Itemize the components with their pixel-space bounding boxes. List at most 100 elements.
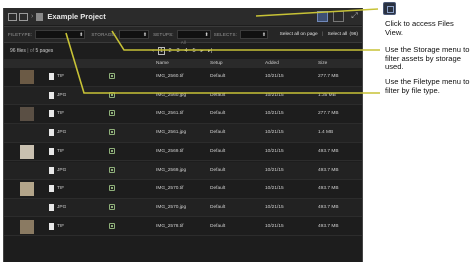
title-bar: › Example Project ⤢ — [4, 8, 362, 25]
prev-page-button[interactable]: ‹ — [150, 48, 156, 54]
page-5-button[interactable]: 5 — [191, 48, 197, 54]
file-size: 1.35 MB — [318, 92, 336, 98]
last-page-button[interactable]: ▸| — [207, 48, 213, 54]
list-view-icon[interactable] — [19, 12, 28, 21]
file-icon — [49, 110, 54, 118]
file-added: 10/21/15 — [265, 111, 284, 117]
table-row[interactable]: TIF IMG_2560.tif Default 10/21/15 277.7 MB — [4, 68, 362, 87]
file-extension: JPG — [57, 130, 67, 136]
grid-view-icon[interactable] — [8, 12, 17, 21]
download-icon[interactable] — [109, 147, 115, 154]
file-size: 493.7 MB — [318, 223, 339, 229]
table-row[interactable]: JPG IMG_2560.jpg Default 10/21/15 1.35 MB — [4, 86, 362, 106]
file-setup: Default — [210, 111, 226, 117]
file-name: IMG_2560.jpg — [156, 92, 187, 98]
column-size[interactable]: Size — [318, 61, 327, 66]
files-view-callout: Click to access Files View. — [385, 19, 454, 37]
download-icon[interactable] — [109, 166, 115, 173]
select-all-count: (96) — [349, 32, 358, 37]
page-2-button[interactable]: 2 — [167, 48, 173, 54]
select-all-on-page-link[interactable]: Select all on page — [280, 32, 318, 37]
chevron-down-icon: ⬍ — [204, 32, 209, 38]
page-4-button[interactable]: 4 — [183, 48, 189, 54]
file-added: 10/21/15 — [265, 130, 284, 136]
storage-select[interactable]: ⬍ — [119, 30, 150, 39]
image-thumbnail[interactable] — [20, 182, 34, 197]
table-row[interactable]: TIF IMG_2561.tif Default 10/21/15 277.7 MB — [4, 105, 362, 124]
file-added: 10/21/15 — [265, 74, 284, 79]
file-setup: Default — [210, 204, 226, 210]
page-count-text: 5 pages — [35, 47, 54, 54]
table-row[interactable]: TIF IMG_2570.tif Default 10/21/15 493.7 MB — [4, 180, 362, 199]
file-added: 10/21/15 — [265, 92, 284, 98]
storage-label: STORAGE: — [91, 32, 117, 37]
file-setup: Default — [210, 92, 226, 98]
sidebar-toggle-icon[interactable] — [333, 11, 344, 22]
file-icon — [49, 73, 54, 80]
image-thumbnail[interactable] — [20, 144, 34, 159]
download-icon[interactable] — [109, 129, 115, 136]
file-added: 10/21/15 — [265, 223, 284, 229]
project-title: Example Project — [47, 12, 106, 21]
expand-icon[interactable]: ⤢ — [349, 11, 360, 22]
project-icon — [36, 12, 44, 21]
file-extension: TIF — [57, 74, 65, 79]
file-icon — [49, 91, 54, 99]
download-icon[interactable] — [109, 110, 115, 117]
column-added[interactable]: Added — [265, 61, 279, 66]
file-name: IMG_2560.tif — [156, 74, 184, 79]
file-name: IMG_2561.tif — [156, 111, 184, 117]
chevron-down-icon: ⬍ — [142, 32, 148, 38]
table-row[interactable]: JPG IMG_2569.jpg Default 10/21/15 493.7 MB — [4, 161, 362, 180]
file-size: 277.7 MB — [318, 111, 339, 117]
table-row[interactable]: TIF IMG_2578.tif Default 10/21/15 493.7 MB — [4, 218, 362, 237]
download-icon[interactable] — [109, 203, 115, 210]
file-size: 493.7 MB — [318, 148, 339, 154]
file-name: IMG_2578.tif — [156, 223, 184, 229]
page-1-button[interactable]: 1 — [158, 46, 166, 55]
file-added: 10/21/15 — [265, 186, 284, 192]
file-setup: Default — [210, 148, 226, 154]
file-size: 493.7 MB — [318, 186, 339, 192]
table-row[interactable]: JPG IMG_2561.jpg Default 10/21/15 1.4 MB — [4, 124, 362, 143]
file-size: 277.7 MB — [318, 74, 339, 79]
table-header: Name Setup Added Size — [4, 59, 362, 68]
file-extension: TIF — [57, 223, 65, 229]
file-name: IMG_2570.jpg — [156, 204, 187, 210]
image-thumbnail[interactable] — [20, 107, 34, 122]
file-setup: Default — [210, 130, 226, 136]
file-extension: TIF — [57, 186, 65, 192]
next-page-button[interactable]: ▸ — [199, 48, 205, 54]
file-added: 10/21/15 — [265, 167, 284, 173]
selects-select[interactable]: ⬍ — [240, 30, 269, 39]
table-row[interactable]: TIF IMG_2569.tif Default 10/21/15 493.7 MB — [4, 143, 362, 162]
setups-select[interactable]: All ⬍ — [176, 30, 211, 45]
table-row[interactable]: JPG IMG_2570.jpg Default 10/21/15 493.7 MB — [4, 198, 362, 218]
page-3-button[interactable]: 3 — [175, 48, 181, 54]
storage-callout: Use the Storage menu to filter assets by… — [385, 45, 470, 72]
files-view-button[interactable] — [317, 11, 328, 22]
select-all-link[interactable]: Select all — [328, 32, 347, 37]
column-setup[interactable]: Setup — [210, 61, 223, 66]
download-icon[interactable] — [109, 91, 115, 98]
file-added: 10/21/15 — [265, 204, 284, 210]
chevron-down-icon: ⬍ — [79, 32, 84, 38]
download-icon[interactable] — [109, 73, 115, 79]
download-icon[interactable] — [109, 185, 115, 192]
file-extension: JPG — [57, 167, 67, 173]
file-count: 96 files | of 5 pages — [10, 47, 54, 54]
image-thumbnail[interactable] — [20, 219, 34, 234]
pagination-bar: 96 files | of 5 pages ‹ 1 2 3 4 5 ▸ ▸| — [4, 44, 362, 57]
file-icon — [49, 129, 54, 137]
file-icon — [49, 222, 54, 230]
chevron-down-icon: ⬍ — [261, 32, 267, 38]
file-size: 1.4 MB — [318, 130, 334, 136]
download-icon[interactable] — [109, 222, 115, 229]
file-added: 10/21/15 — [265, 148, 284, 154]
filetype-label: FILETYPE: — [8, 32, 33, 37]
column-name[interactable]: Name — [156, 61, 169, 66]
image-thumbnail[interactable] — [20, 70, 34, 84]
file-name: IMG_2561.jpg — [156, 130, 187, 136]
file-name: IMG_2570.tif — [156, 186, 184, 192]
filetype-select[interactable]: ⬍ — [35, 30, 86, 39]
